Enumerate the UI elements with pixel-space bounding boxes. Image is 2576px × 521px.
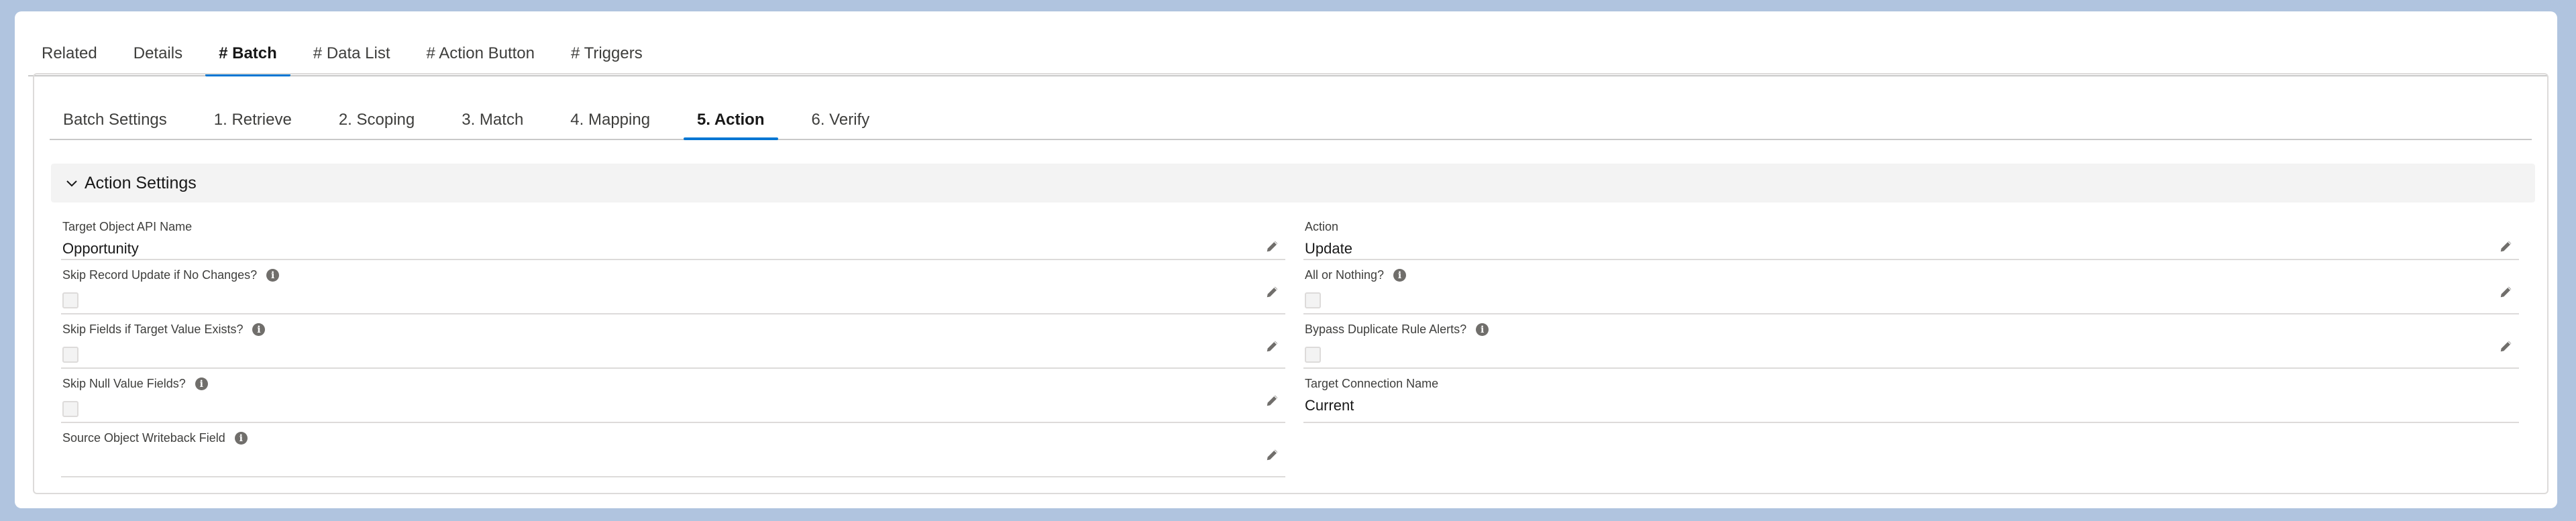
record-tabs: Related Details # Batch # Data List # Ac… (28, 25, 2547, 76)
batch-steps-tabs: Batch Settings 1. Retrieve 2. Scoping 3.… (50, 92, 2532, 140)
field-label-text: Skip Null Value Fields? (62, 377, 186, 390)
pencil-icon[interactable] (1265, 339, 1280, 353)
field-label: Skip Fields if Target Value Exists? i (62, 323, 266, 337)
field-label: All or Nothing? i (1305, 268, 1407, 282)
field-source-writeback: Source Object Writeback Field i (61, 423, 1285, 477)
field-value: Opportunity (62, 240, 139, 257)
tab-batch-settings[interactable]: Batch Settings (50, 111, 180, 139)
tab-action-button[interactable]: # Action Button (413, 44, 548, 75)
field-value: Update (1305, 240, 1352, 257)
bypass-duplicate-checkbox[interactable] (1305, 347, 1321, 363)
field-target-object: Target Object API Name Opportunity (61, 212, 1285, 260)
tab-scoping[interactable]: 2. Scoping (325, 111, 428, 139)
field-skip-null: Skip Null Value Fields? i (61, 369, 1285, 423)
skip-fields-checkbox[interactable] (62, 347, 78, 363)
field-label: Action (1305, 220, 1339, 233)
tab-mapping[interactable]: 4. Mapping (557, 111, 663, 139)
skip-null-checkbox[interactable] (62, 401, 78, 417)
chevron-down-icon (64, 176, 79, 190)
field-label-text: Bypass Duplicate Rule Alerts? (1305, 323, 1467, 336)
section-title: Action Settings (85, 173, 197, 192)
all-or-nothing-checkbox[interactable] (1305, 292, 1321, 308)
field-label: Skip Null Value Fields? i (62, 377, 208, 391)
info-icon[interactable]: i (234, 432, 248, 445)
info-icon[interactable]: i (1476, 323, 1489, 336)
pencil-icon[interactable] (2499, 239, 2514, 253)
tab-related[interactable]: Related (28, 44, 111, 75)
tab-match[interactable]: 3. Match (448, 111, 537, 139)
tab-details[interactable]: Details (120, 44, 196, 75)
right-field-column: Action Update All or Nothing? i Bypass D… (1303, 212, 2519, 423)
info-icon[interactable]: i (195, 378, 208, 390)
pencil-icon[interactable] (1265, 447, 1280, 462)
skip-record-update-checkbox[interactable] (62, 292, 78, 308)
left-field-column: Target Object API Name Opportunity Skip … (61, 212, 1285, 477)
tab-action[interactable]: 5. Action (684, 111, 778, 140)
section-header-action-settings[interactable]: Action Settings (51, 164, 2535, 202)
pencil-icon[interactable] (2499, 284, 2514, 299)
info-icon[interactable]: i (252, 323, 266, 336)
field-target-connection: Target Connection Name Current (1303, 369, 2519, 423)
field-label: Skip Record Update if No Changes? i (62, 268, 280, 282)
field-bypass-duplicate: Bypass Duplicate Rule Alerts? i (1303, 314, 2519, 369)
field-label: Bypass Duplicate Rule Alerts? i (1305, 323, 1489, 337)
tab-batch[interactable]: # Batch (205, 44, 290, 76)
field-skip-record-update: Skip Record Update if No Changes? i (61, 260, 1285, 314)
record-card: Related Details # Batch # Data List # Ac… (15, 11, 2557, 508)
pencil-icon[interactable] (2499, 339, 2514, 353)
tab-data-list[interactable]: # Data List (300, 44, 404, 75)
field-label-text: Skip Record Update if No Changes? (62, 268, 258, 282)
pencil-icon[interactable] (1265, 239, 1280, 253)
field-label: Target Connection Name (1305, 377, 1439, 390)
pencil-icon[interactable] (1265, 393, 1280, 408)
field-action: Action Update (1303, 212, 2519, 260)
info-icon[interactable]: i (1393, 269, 1407, 282)
field-label-text: Skip Fields if Target Value Exists? (62, 323, 244, 336)
field-label: Source Object Writeback Field i (62, 431, 248, 445)
batch-panel: Batch Settings 1. Retrieve 2. Scoping 3.… (33, 73, 2548, 494)
pencil-icon[interactable] (1265, 284, 1280, 299)
tab-verify[interactable]: 6. Verify (798, 111, 883, 139)
field-all-or-nothing: All or Nothing? i (1303, 260, 2519, 314)
info-icon[interactable]: i (266, 269, 280, 282)
field-label-text: All or Nothing? (1305, 268, 1385, 282)
field-value: Current (1305, 397, 1354, 414)
tab-retrieve[interactable]: 1. Retrieve (201, 111, 305, 139)
field-label-text: Source Object Writeback Field (62, 431, 225, 445)
field-skip-fields: Skip Fields if Target Value Exists? i (61, 314, 1285, 369)
tab-triggers[interactable]: # Triggers (557, 44, 656, 75)
field-label: Target Object API Name (62, 220, 193, 233)
